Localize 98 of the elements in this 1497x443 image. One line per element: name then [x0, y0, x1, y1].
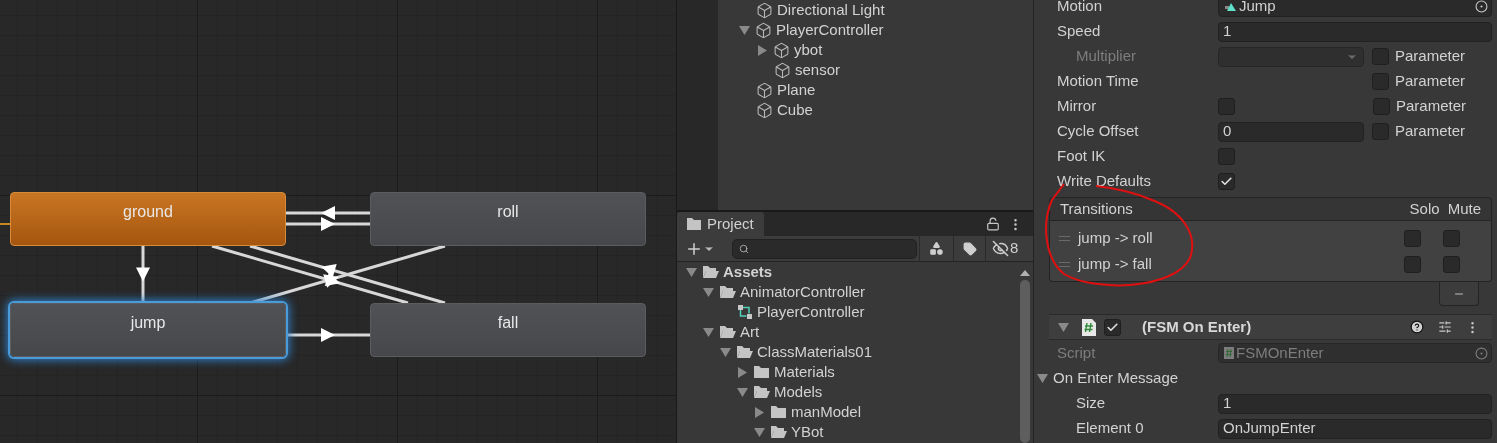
transition-item[interactable]: jump -> fall	[1078, 252, 1404, 276]
cube-icon	[756, 1, 773, 19]
field-label: Size	[1076, 393, 1107, 414]
lock-icon[interactable]	[986, 217, 1000, 231]
parameter-label: Parameter	[1395, 71, 1466, 92]
number-field[interactable]: 0	[1218, 121, 1364, 142]
checkbox[interactable]	[1372, 73, 1389, 90]
drag-handle-icon[interactable]	[1059, 235, 1070, 241]
checkbox[interactable]	[1218, 98, 1235, 115]
folder-icon	[753, 365, 770, 379]
caret-down-icon[interactable]	[703, 287, 714, 297]
cube-icon	[774, 61, 791, 79]
check-icon	[1220, 175, 1233, 188]
state-node[interactable]: roll	[370, 192, 646, 246]
foldout-label[interactable]: On Enter Message	[1053, 367, 1179, 390]
checkbox[interactable]	[1218, 173, 1235, 190]
field-label: Cycle Offset	[1057, 121, 1140, 142]
checkbox[interactable]	[1372, 123, 1389, 140]
cube-icon	[755, 21, 772, 39]
entry-line	[0, 223, 11, 225]
transition-arrow[interactable]	[286, 328, 370, 342]
parameter-label: Parameter	[1395, 121, 1466, 142]
state-node[interactable]: jump	[10, 303, 286, 357]
caret-down-icon[interactable]	[754, 427, 765, 437]
transition-arrow[interactable]	[286, 206, 370, 220]
open-folder-icon	[753, 385, 770, 399]
field-label: Speed	[1057, 21, 1102, 42]
project-item[interactable]: Art	[740, 320, 760, 344]
cube-icon	[773, 41, 790, 59]
field-label: Motion	[1057, 0, 1104, 17]
tab-label: Project	[707, 213, 754, 234]
caret-down-icon[interactable]	[739, 25, 750, 35]
open-folder-icon	[719, 285, 736, 299]
cube-icon	[756, 81, 773, 99]
caret-down-icon[interactable]	[686, 267, 697, 277]
component-title: (FSM On Enter)	[1142, 316, 1253, 337]
search-icon	[739, 243, 749, 254]
checkbox[interactable]	[1373, 98, 1390, 115]
animator-controller-icon	[737, 304, 753, 320]
caret-right-icon[interactable]	[758, 44, 767, 56]
caret-down-icon[interactable]	[737, 387, 748, 397]
field-label: Mirror	[1057, 96, 1098, 117]
drag-handle-icon[interactable]	[1059, 261, 1070, 267]
folder-icon	[687, 218, 701, 230]
eye-slash-icon	[992, 240, 1009, 257]
field-label: Element 0	[1076, 418, 1145, 439]
hidden-packages-button[interactable]: 8	[985, 235, 1025, 262]
text-field[interactable]: 1	[1218, 393, 1492, 414]
project-tab[interactable]: Project	[677, 212, 764, 236]
open-folder-icon	[719, 325, 736, 339]
parameter-label: Parameter	[1396, 96, 1467, 117]
script-icon	[1224, 347, 1234, 359]
search-field[interactable]	[732, 238, 917, 259]
check-icon	[1106, 320, 1119, 334]
scroll-up-icon[interactable]	[1020, 270, 1030, 276]
cube-icon	[756, 101, 773, 119]
object-picker-icon[interactable]	[1475, 0, 1488, 13]
field-label: Foot IK	[1057, 146, 1107, 167]
field-label: Motion Time	[1057, 71, 1140, 92]
field-label: Multiplier	[1075, 46, 1137, 67]
solo-checkbox[interactable]	[1404, 229, 1421, 247]
caret-down-icon[interactable]	[703, 327, 714, 337]
animation-clip-icon	[1225, 1, 1237, 12]
checkbox[interactable]	[1218, 148, 1235, 165]
parameter-label: Parameter	[1395, 46, 1466, 67]
crossed-transitions-drawing[interactable]	[211, 244, 446, 305]
open-folder-icon	[770, 425, 787, 439]
transition-item[interactable]: jump -> roll	[1078, 226, 1404, 250]
tag-icon	[962, 241, 977, 256]
caret-down-icon[interactable]	[1037, 374, 1048, 383]
caret-right-icon[interactable]	[738, 366, 747, 378]
caret-down-icon[interactable]	[720, 347, 731, 357]
transition-arrow[interactable]	[136, 246, 150, 303]
transition-arrow[interactable]	[286, 217, 370, 231]
text-field[interactable]: OnJumpEnter	[1218, 418, 1492, 439]
open-folder-icon	[702, 265, 719, 279]
caret-down-icon[interactable]	[1058, 322, 1069, 332]
folder-icon	[770, 405, 787, 419]
field-label: Write Defaults	[1057, 171, 1152, 192]
field-label: Script	[1057, 342, 1097, 363]
state-node[interactable]: fall	[370, 303, 646, 357]
script-icon	[1082, 318, 1096, 336]
settings-icon[interactable]	[1438, 320, 1452, 334]
column-header: Solo	[1409, 198, 1440, 219]
caret-right-icon[interactable]	[755, 406, 764, 418]
open-folder-icon	[736, 345, 753, 359]
object-field[interactable]: Jump	[1218, 0, 1492, 17]
solo-checkbox[interactable]	[1404, 255, 1421, 273]
mute-checkbox[interactable]	[1443, 229, 1460, 247]
column-header: Mute	[1447, 198, 1481, 219]
mute-checkbox[interactable]	[1443, 255, 1460, 273]
list-header: Transitions	[1060, 198, 1134, 219]
shapes-icon	[929, 241, 944, 256]
number-field[interactable]: 1	[1218, 21, 1492, 42]
field-value: FSMOnEnter	[1236, 342, 1325, 363]
field-value: Jump	[1239, 0, 1277, 17]
help-icon[interactable]	[1410, 320, 1424, 334]
enabled-checkbox[interactable]	[1104, 318, 1121, 336]
